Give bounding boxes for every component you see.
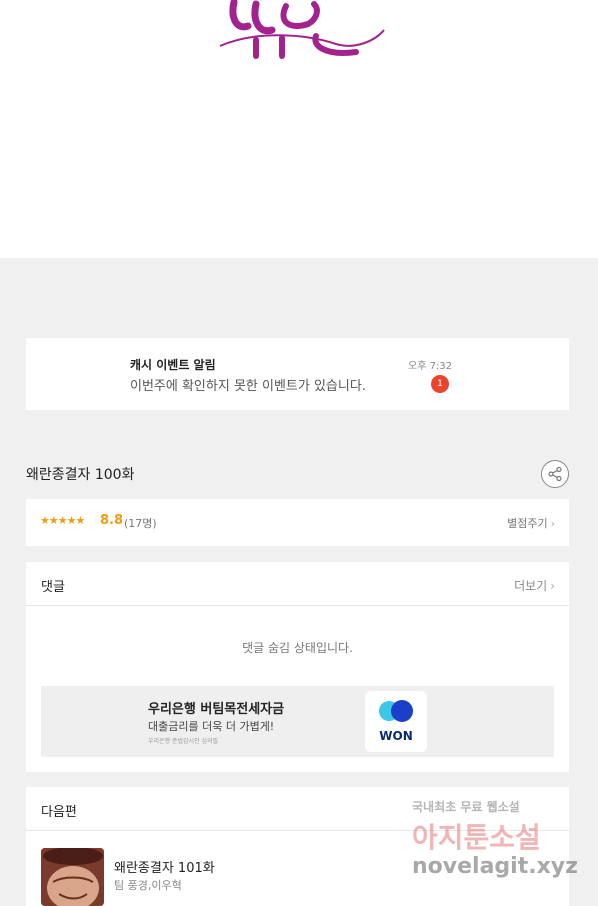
rating-score: 8.8	[100, 513, 124, 528]
rating-bar: ★★★★★ 8.8 (17명) 별점주기 ›	[26, 499, 569, 546]
won-app-logo: WON	[365, 691, 427, 752]
chevron-right-icon: ›	[550, 579, 555, 593]
notification-message: 이번주에 확인하지 못한 이벤트가 있습니다.	[130, 379, 366, 394]
ad-fine-print: 우리은행 준법감시인 심의필	[148, 738, 219, 745]
comments-title: 댓글	[41, 580, 65, 595]
next-episode-thumbnail[interactable]	[41, 848, 104, 906]
ad-subtitle: 대출금리를 더욱 더 가볍게!	[148, 720, 275, 733]
next-episode-author: 팀 풍경,이우혁	[114, 879, 182, 892]
star-rating-icons: ★★★★★	[40, 514, 85, 527]
next-episode-header: 다음편	[26, 787, 569, 831]
ad-title: 우리은행 버팀목전세자금	[148, 702, 285, 717]
comments-section: 댓글 더보기 › 댓글 숨김 상태입니다. 우리은행 버팀목전세자금 대출금리를 …	[26, 562, 569, 772]
comments-more-button[interactable]: 더보기 ›	[514, 577, 555, 594]
comic-panel-bottom	[0, 0, 598, 258]
chevron-right-icon: ›	[550, 517, 555, 530]
rate-button-label: 별점주기	[507, 517, 548, 530]
rating-votes: (17명)	[124, 517, 157, 530]
comic-title-art	[219, 0, 385, 59]
share-button[interactable]	[541, 460, 569, 488]
comments-hidden-message: 댓글 숨김 상태입니다.	[242, 641, 353, 655]
thumbnail-art	[41, 848, 104, 906]
notification-badge: 1	[431, 375, 449, 393]
more-button-label: 더보기	[514, 579, 548, 593]
cash-event-notification[interactable]: 캐시 이벤트 알림 이번주에 확인하지 못한 이벤트가 있습니다. 오후 7:3…	[26, 338, 569, 410]
rate-button[interactable]: 별점주기 ›	[507, 515, 555, 531]
next-episode-title: 다음편	[41, 805, 77, 820]
won-logo-text: WON	[379, 729, 413, 743]
won-logo-icon	[379, 700, 413, 722]
next-episode-section: 다음편 왜란종결자 101화 팀 풍경,이우혁	[26, 787, 569, 906]
comments-header: 댓글 더보기 ›	[26, 562, 569, 606]
episode-title: 왜란종결자 100화	[26, 467, 135, 483]
notification-time: 오후 7:32	[408, 361, 453, 372]
notification-title: 캐시 이벤트 알림	[130, 358, 216, 372]
bank-advertisement[interactable]: 우리은행 버팀목전세자금 대출금리를 더욱 더 가볍게! 우리은행 준법감시인 …	[41, 686, 554, 757]
next-episode-name[interactable]: 왜란종결자 101화	[114, 857, 215, 876]
share-icon	[548, 466, 562, 482]
